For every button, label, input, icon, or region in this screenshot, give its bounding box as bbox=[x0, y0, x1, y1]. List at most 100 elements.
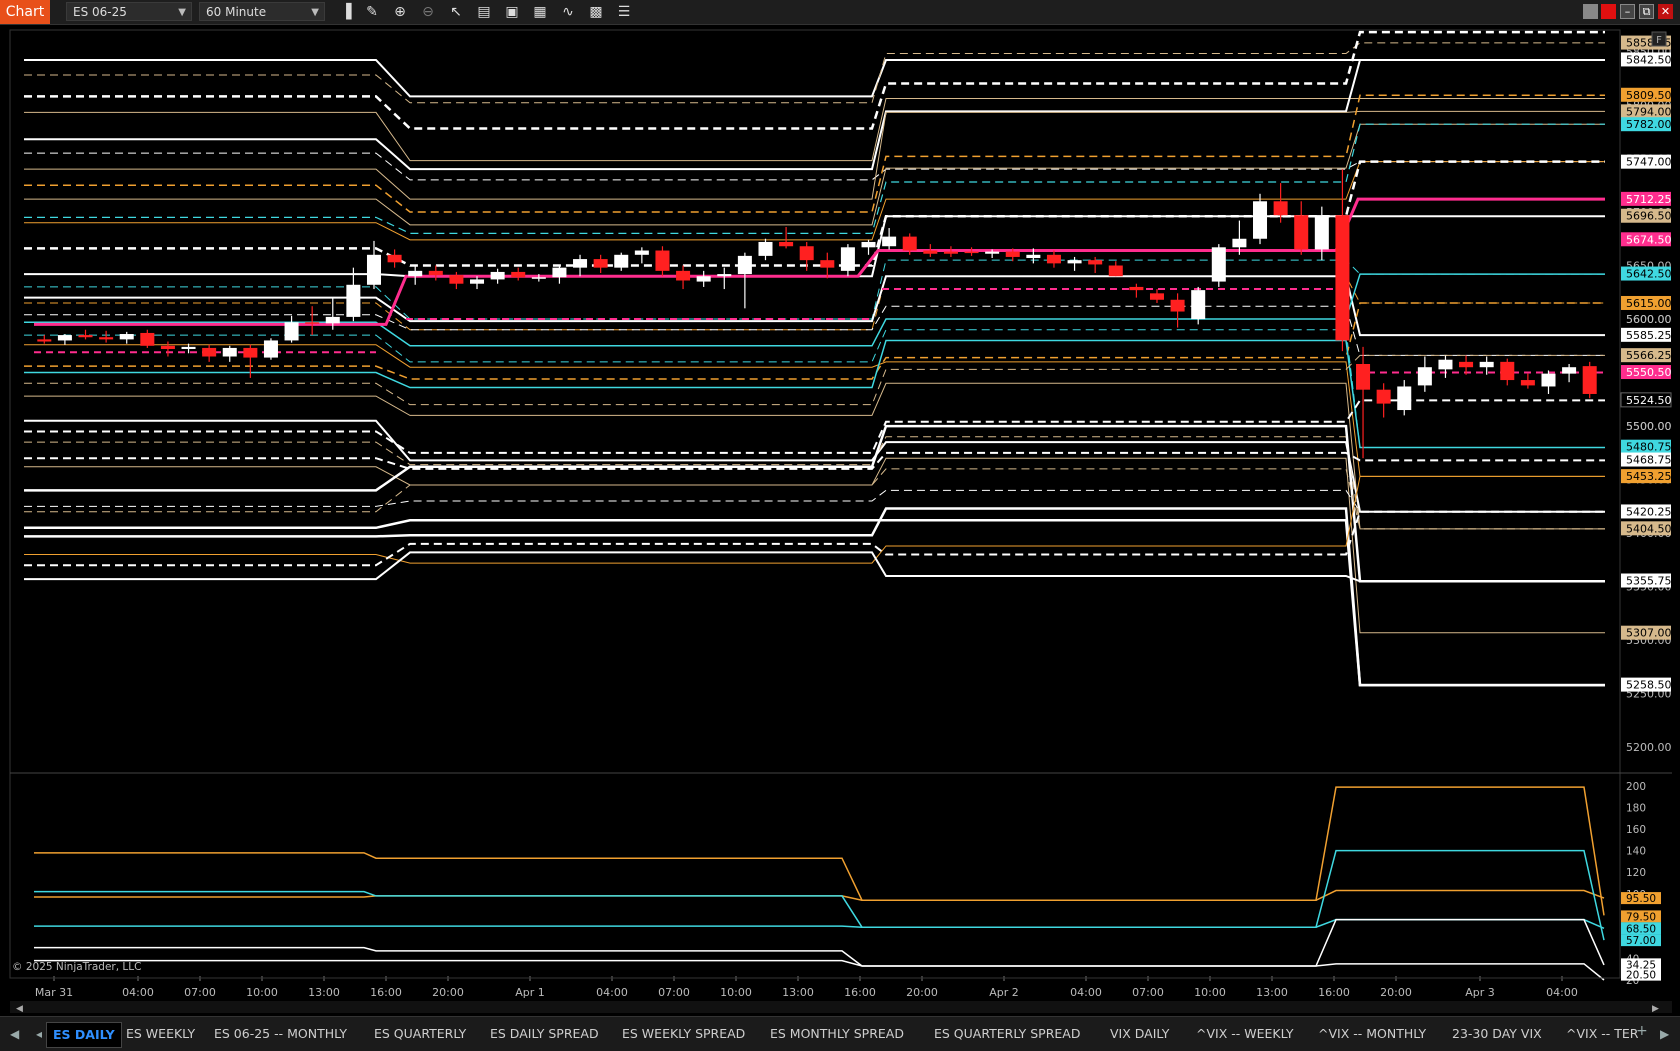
time-tick-label: 13:00 bbox=[782, 986, 814, 999]
data-box-icon[interactable]: ▣ bbox=[503, 3, 521, 21]
candle bbox=[1170, 293, 1185, 328]
level-line-11 bbox=[24, 160, 1605, 267]
price-tag-label: 5420.25 bbox=[1626, 505, 1672, 518]
indicator-tag: 95.50 bbox=[1621, 892, 1661, 905]
magenta-dashed-path bbox=[34, 288, 1605, 374]
candle bbox=[449, 271, 464, 290]
horizontal-scrollbar[interactable] bbox=[10, 1001, 1672, 1013]
tab-vix-ter[interactable]: ^VIX -- TER bbox=[1560, 1022, 1644, 1046]
price-tag-label: 5404.50 bbox=[1626, 522, 1672, 535]
close-icon[interactable]: ✕ bbox=[1658, 4, 1673, 19]
candle bbox=[37, 335, 52, 344]
level-line-5 bbox=[24, 152, 1605, 181]
scroll-right-arrow-icon[interactable]: ▶ bbox=[1652, 1004, 1659, 1014]
candle bbox=[305, 306, 320, 336]
zoom-in-icon[interactable]: ⊕ bbox=[391, 3, 409, 21]
candle bbox=[1088, 256, 1103, 274]
zoom-out-icon[interactable]: ⊖ bbox=[419, 3, 437, 21]
time-tick-label: 16:00 bbox=[370, 986, 402, 999]
indicator-tag-label: 20.50 bbox=[1626, 970, 1656, 982]
price-tag-label: 5712.25 bbox=[1626, 193, 1672, 206]
candle bbox=[511, 267, 526, 281]
level-line-10 bbox=[24, 161, 1605, 241]
link-color-icon[interactable] bbox=[1601, 4, 1616, 19]
price-tag: 5566.25 bbox=[1621, 348, 1672, 363]
price-axis: 5200.005250.005300.005350.005400.005450.… bbox=[1620, 35, 1672, 754]
tab-vix-daily[interactable]: VIX DAILY bbox=[1104, 1022, 1175, 1046]
indicator-tick-label: 180 bbox=[1626, 803, 1646, 815]
time-tick-label: 07:00 bbox=[1132, 986, 1164, 999]
chart-area[interactable]: 5200.005250.005300.005350.005400.005450.… bbox=[0, 24, 1680, 1016]
candle bbox=[1376, 383, 1391, 418]
add-tab-icon[interactable]: + bbox=[1636, 1023, 1648, 1039]
tab-es-weekly-spread[interactable]: ES WEEKLY SPREAD bbox=[616, 1022, 751, 1046]
time-tick-label: 10:00 bbox=[1194, 986, 1226, 999]
indicator-tag: 68.50 bbox=[1621, 922, 1661, 935]
time-tick-label: 20:00 bbox=[432, 986, 464, 999]
minimize-icon[interactable]: – bbox=[1620, 4, 1635, 19]
interval-selector[interactable]: 60 Minute ▼ bbox=[199, 2, 325, 21]
tab-es-daily-spread[interactable]: ES DAILY SPREAD bbox=[484, 1022, 605, 1046]
candle bbox=[676, 265, 691, 290]
tab-es-daily[interactable]: ES DAILY bbox=[46, 1022, 122, 1048]
float-icon[interactable] bbox=[1583, 4, 1598, 19]
price-tag-label: 5307.00 bbox=[1626, 627, 1672, 640]
tab-es-06-25-monthly[interactable]: ES 06-25 -- MONTHLY bbox=[208, 1022, 353, 1046]
time-tick-label: 16:00 bbox=[1318, 986, 1350, 999]
candle bbox=[552, 265, 567, 284]
tab-es-quarterly[interactable]: ES QUARTERLY bbox=[368, 1022, 472, 1046]
strategies-icon[interactable]: ▩ bbox=[587, 3, 605, 21]
price-tag: 5524.50 bbox=[1620, 392, 1672, 408]
scroll-left-arrow-icon[interactable]: ◀ bbox=[16, 1004, 23, 1014]
tab-vix-weekly[interactable]: ^VIX -- WEEKLY bbox=[1190, 1022, 1300, 1046]
tab-23-30-day-vix[interactable]: 23-30 DAY VIX bbox=[1446, 1022, 1548, 1046]
tab-vix-monthly[interactable]: ^VIX -- MONTHLY bbox=[1312, 1022, 1432, 1046]
time-tick-label: Apr 2 bbox=[989, 986, 1019, 999]
tab-scroll-left-icon[interactable]: ◂ bbox=[36, 1027, 42, 1041]
bar-type-icon[interactable]: ▐ bbox=[337, 3, 355, 21]
indicator-tick-label: 160 bbox=[1626, 824, 1646, 836]
candle bbox=[861, 239, 876, 255]
tab-es-weekly[interactable]: ES WEEKLY bbox=[120, 1022, 201, 1046]
properties-icon[interactable]: ▤ bbox=[475, 3, 493, 21]
price-tag: 5420.25 bbox=[1621, 504, 1672, 519]
instrument-selector[interactable]: ES 06-25 ▼ bbox=[66, 2, 192, 21]
candle bbox=[1108, 261, 1123, 277]
scroll-left-icon[interactable]: ◀ bbox=[10, 1027, 19, 1041]
interval-value: 60 Minute bbox=[206, 5, 267, 19]
tab-es-quarterly-spread[interactable]: ES QUARTERLY SPREAD bbox=[928, 1022, 1086, 1046]
time-tick-label: 04:00 bbox=[596, 986, 628, 999]
indicator-tag-label: 57.00 bbox=[1626, 935, 1656, 947]
time-tick-label: 10:00 bbox=[246, 986, 278, 999]
tab-es-monthly-spread[interactable]: ES MONTHLY SPREAD bbox=[764, 1022, 910, 1046]
indicators-icon[interactable]: ∿ bbox=[559, 3, 577, 21]
price-tag-label: 5566.25 bbox=[1626, 349, 1672, 362]
candle bbox=[882, 228, 897, 250]
price-tag: 5674.50 bbox=[1621, 232, 1672, 247]
scroll-right-icon[interactable]: ▶ bbox=[1660, 1027, 1669, 1041]
candle bbox=[923, 244, 938, 257]
pointer-icon[interactable]: ↖ bbox=[447, 3, 465, 21]
indicator-axis: 2040608010012014016018020095.5079.5068.5… bbox=[1621, 781, 1661, 987]
time-tick-label: 13:00 bbox=[1256, 986, 1288, 999]
price-tag-label: 5747.00 bbox=[1626, 156, 1672, 169]
time-tick-label: 16:00 bbox=[844, 986, 876, 999]
level-line-33 bbox=[24, 507, 1605, 687]
object-list-icon[interactable]: ☰ bbox=[615, 3, 633, 21]
time-tick-label: 04:00 bbox=[1070, 986, 1102, 999]
level-line-25 bbox=[24, 399, 1605, 454]
price-tag-label: 5585.25 bbox=[1626, 329, 1672, 342]
maximize-icon[interactable]: ⧉ bbox=[1639, 4, 1654, 19]
draw-pencil-icon[interactable]: ✎ bbox=[363, 3, 381, 21]
candle bbox=[387, 249, 402, 268]
templates-icon[interactable]: ▦ bbox=[531, 3, 549, 21]
price-tag: 5453.25 bbox=[1621, 469, 1672, 484]
indicator-tick-label: 140 bbox=[1626, 846, 1646, 858]
indicator-lines bbox=[34, 786, 1605, 981]
chevron-down-icon: ▼ bbox=[178, 7, 186, 18]
price-tag: 5480.75 bbox=[1621, 439, 1672, 454]
time-tick-label: 10:00 bbox=[720, 986, 752, 999]
price-tag: 5842.50 bbox=[1621, 52, 1672, 67]
price-tick-label: 5200.00 bbox=[1626, 741, 1672, 754]
candle bbox=[943, 246, 958, 257]
